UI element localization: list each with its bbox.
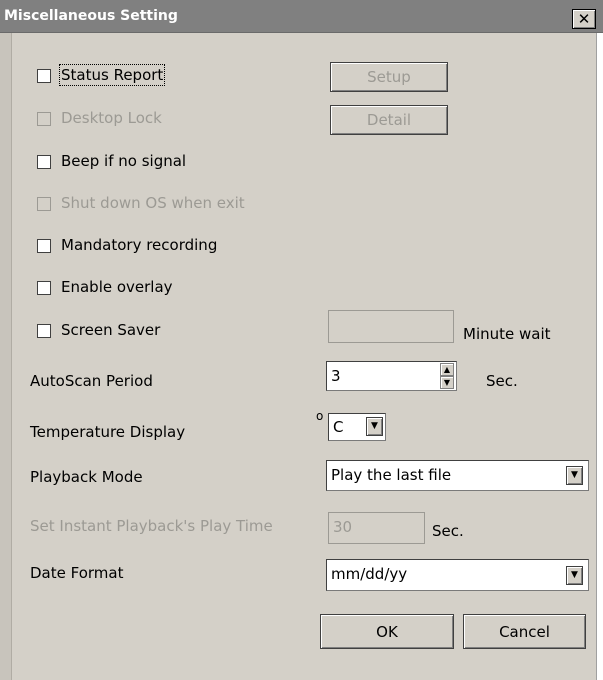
mandatory-recording-label: Mandatory recording <box>61 236 218 254</box>
miscellaneous-setting-dialog: Miscellaneous Setting ✕ Status Report Se… <box>0 0 603 680</box>
instant-playback-time-input[interactable]: 30 <box>328 512 425 544</box>
chevron-down-icon: ▼ <box>371 421 378 431</box>
temperature-dropdown-button[interactable]: ▼ <box>366 417 383 436</box>
date-format-value: mm/dd/yy <box>331 565 408 583</box>
instant-playback-unit-label: Sec. <box>432 522 464 540</box>
playback-mode-label: Playback Mode <box>30 468 143 486</box>
window-title: Miscellaneous Setting <box>4 8 178 24</box>
screen-saver-checkbox[interactable] <box>37 324 51 338</box>
mandatory-recording-checkbox[interactable] <box>37 239 51 253</box>
shutdown-os-label: Shut down OS when exit <box>61 194 245 212</box>
close-button[interactable]: ✕ <box>572 9 596 29</box>
beep-no-signal-checkbox[interactable] <box>37 155 51 169</box>
shutdown-os-checkbox[interactable] <box>37 197 51 211</box>
enable-overlay-label: Enable overlay <box>61 278 173 296</box>
spin-down-icon: ▼ <box>443 377 451 387</box>
autoscan-period-label: AutoScan Period <box>30 372 153 390</box>
desktop-lock-checkbox[interactable] <box>37 112 51 126</box>
desktop-lock-label: Desktop Lock <box>61 109 162 127</box>
degree-symbol: o <box>316 409 324 423</box>
screen-saver-unit-label: Minute wait <box>463 325 551 343</box>
chevron-down-icon: ▼ <box>571 470 578 480</box>
screen-saver-minutes-input[interactable] <box>328 310 454 343</box>
left-border <box>0 33 12 680</box>
close-icon: ✕ <box>577 9 591 28</box>
temperature-display-label: Temperature Display <box>30 423 186 441</box>
autoscan-period-input[interactable]: 3 <box>326 361 457 391</box>
playback-mode-dropdown-button[interactable]: ▼ <box>566 466 583 485</box>
status-report-checkbox[interactable] <box>37 69 51 83</box>
autoscan-unit-label: Sec. <box>486 372 518 390</box>
cancel-button[interactable]: Cancel <box>463 614 586 649</box>
date-format-dropdown-button[interactable]: ▼ <box>566 566 583 585</box>
screen-saver-label: Screen Saver <box>61 321 161 339</box>
instant-playback-time-value: 30 <box>333 518 353 536</box>
title-bar: Miscellaneous Setting ✕ <box>0 0 603 33</box>
temperature-unit-value: C <box>333 418 344 436</box>
autoscan-spin-down-button[interactable]: ▼ <box>440 376 454 389</box>
playback-mode-select[interactable]: Play the last file <box>326 460 589 491</box>
instant-playback-label: Set Instant Playback's Play Time <box>30 517 273 535</box>
beep-no-signal-label: Beep if no signal <box>61 152 187 170</box>
date-format-label: Date Format <box>30 564 124 582</box>
autoscan-period-value: 3 <box>331 367 341 385</box>
detail-button[interactable]: Detail <box>330 105 448 135</box>
ok-button[interactable]: OK <box>320 614 454 649</box>
enable-overlay-checkbox[interactable] <box>37 281 51 295</box>
chevron-down-icon: ▼ <box>571 570 578 580</box>
setup-button[interactable]: Setup <box>330 62 448 92</box>
autoscan-spin-up-button[interactable]: ▲ <box>440 363 454 376</box>
spin-up-icon: ▲ <box>443 364 451 374</box>
right-border <box>596 33 603 680</box>
playback-mode-value: Play the last file <box>331 466 452 484</box>
date-format-select[interactable]: mm/dd/yy <box>326 559 589 591</box>
status-report-label: Status Report <box>58 64 166 86</box>
